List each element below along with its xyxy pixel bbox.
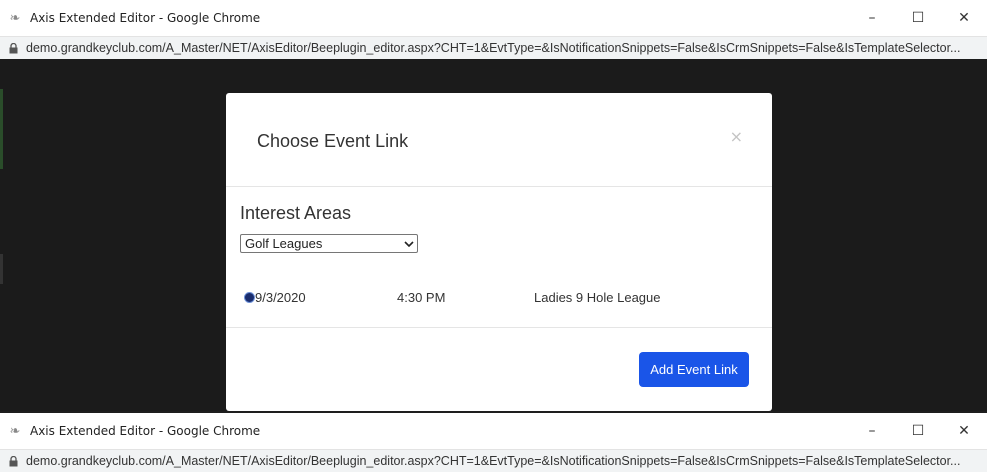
modal-title: Choose Event Link: [257, 131, 409, 151]
chevron-down-icon: [401, 240, 417, 247]
modal-footer: Add Event Link: [226, 328, 772, 412]
choose-event-link-modal: Choose Event Link × Interest Areas Golf …: [226, 93, 772, 411]
interest-area-select[interactable]: Golf Leagues: [240, 234, 418, 253]
address-bar[interactable]: demo.grandkeyclub.com/A_Master/NET/AxisE…: [0, 449, 987, 472]
event-date: 9/3/2020: [255, 290, 306, 305]
lock-icon: [8, 455, 18, 467]
minimize-button[interactable]: –: [849, 413, 895, 449]
maximize-button[interactable]: ☐: [895, 413, 941, 449]
event-name: Ladies 9 Hole League: [534, 290, 661, 305]
interest-areas-label: Interest Areas: [240, 203, 352, 223]
window-title: Axis Extended Editor - Google Chrome: [30, 424, 261, 438]
page-content: Choose Event Link × Interest Areas Golf …: [0, 59, 987, 411]
browser-window-bottom: ❧ Axis Extended Editor - Google Chrome –…: [0, 413, 987, 472]
title-bar: ❧ Axis Extended Editor - Google Chrome –…: [0, 0, 987, 36]
url-text[interactable]: demo.grandkeyclub.com/A_Master/NET/AxisE…: [26, 41, 960, 55]
title-bar: ❧ Axis Extended Editor - Google Chrome –…: [0, 413, 987, 449]
close-window-button[interactable]: ✕: [941, 0, 987, 36]
event-radio[interactable]: [244, 292, 255, 303]
maximize-button[interactable]: ☐: [895, 0, 941, 36]
address-bar[interactable]: demo.grandkeyclub.com/A_Master/NET/AxisE…: [0, 36, 987, 59]
window-controls: – ☐ ✕: [849, 413, 987, 449]
event-time: 4:30 PM: [397, 290, 446, 305]
minimize-button[interactable]: –: [849, 0, 895, 36]
window-controls: – ☐ ✕: [849, 0, 987, 36]
url-text[interactable]: demo.grandkeyclub.com/A_Master/NET/AxisE…: [26, 454, 960, 468]
select-value: Golf Leagues: [245, 236, 323, 251]
window-title: Axis Extended Editor - Google Chrome: [30, 11, 261, 25]
close-window-button[interactable]: ✕: [941, 413, 987, 449]
close-icon[interactable]: ×: [730, 127, 743, 146]
add-event-link-button[interactable]: Add Event Link: [639, 352, 749, 387]
feather-icon: ❧: [9, 10, 21, 25]
lock-icon: [8, 42, 18, 54]
feather-icon: ❧: [9, 423, 21, 438]
background-strip: [0, 89, 3, 169]
event-row[interactable]: 9/3/2020 4:30 PM Ladies 9 Hole League: [244, 289, 744, 309]
background-strip: [0, 254, 3, 284]
browser-window-top: ❧ Axis Extended Editor - Google Chrome –…: [0, 0, 987, 59]
modal-body: Interest Areas Golf Leagues 9/3/2020 4:3…: [226, 187, 772, 328]
modal-header: Choose Event Link ×: [226, 93, 772, 187]
